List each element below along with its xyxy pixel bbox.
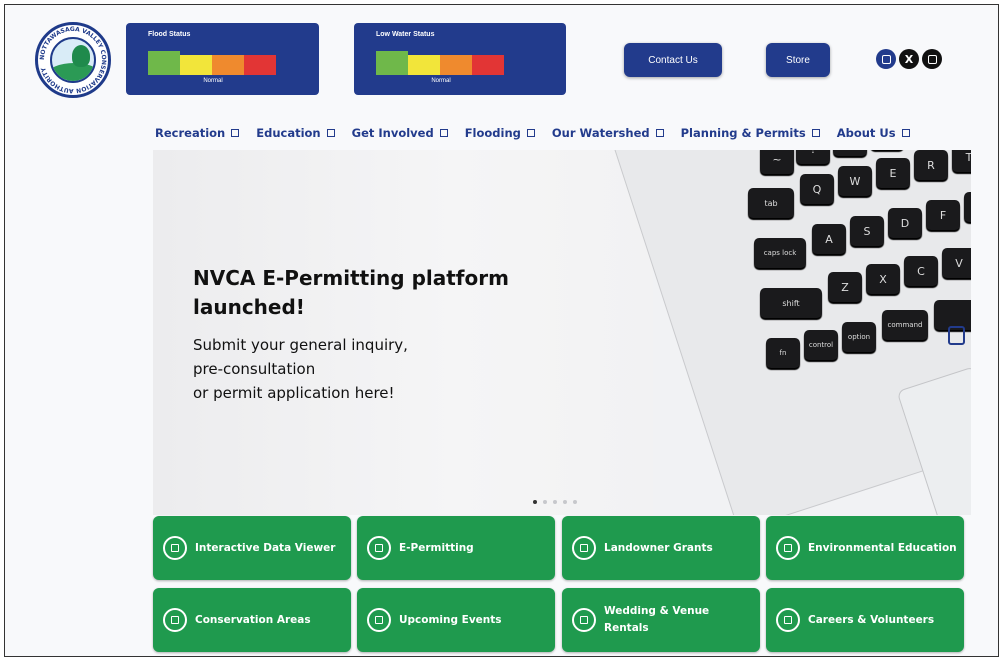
key-fn: fn: [766, 338, 800, 368]
status-red-segment: [244, 55, 276, 75]
hero-title: NVCA E-Permitting platform launched!: [193, 266, 509, 319]
carousel-pagination: [533, 500, 577, 504]
key-tilde: ~: [760, 150, 794, 174]
tile-conservation-areas[interactable]: Conservation Areas: [153, 588, 351, 652]
hero-carousel[interactable]: ! 2 3 4 ~ tab Q W E R T caps lock A S D …: [153, 150, 971, 515]
key-c: C: [904, 256, 938, 286]
facebook-icon[interactable]: [876, 49, 896, 69]
tile-careers-volunteers[interactable]: Careers & Volunteers: [766, 588, 964, 652]
chevron-down-icon: [439, 129, 448, 137]
nav-get-involved[interactable]: Get Involved: [352, 124, 448, 142]
key-z: Z: [828, 272, 862, 302]
status-orange-segment: [212, 55, 244, 75]
tile-icon: [367, 536, 391, 560]
tile-icon: [572, 608, 596, 632]
x-twitter-icon[interactable]: X: [899, 49, 919, 69]
nav-education[interactable]: Education: [256, 124, 335, 142]
key-command: command: [882, 310, 928, 340]
keyboard-image: ! 2 3 4 ~ tab Q W E R T caps lock A S D …: [688, 150, 971, 400]
hero-subtitle[interactable]: Submit your general inquiry, pre-consult…: [193, 333, 523, 405]
status-green-segment: [148, 51, 180, 75]
chevron-down-icon: [655, 129, 664, 137]
chevron-down-icon: [901, 129, 910, 137]
key-s: S: [850, 216, 884, 246]
nav-planning-permits[interactable]: Planning & Permits: [681, 124, 820, 142]
tile-environmental-education[interactable]: Environmental Education: [766, 516, 964, 580]
carousel-dot[interactable]: [543, 500, 547, 504]
key-x: X: [866, 264, 900, 294]
tile-e-permitting[interactable]: E-Permitting: [357, 516, 555, 580]
flood-status-title: Flood Status: [148, 31, 191, 38]
tile-icon: [163, 536, 187, 560]
chevron-down-icon: [526, 129, 535, 137]
tile-upcoming-events[interactable]: Upcoming Events: [357, 588, 555, 652]
tile-icon: [367, 608, 391, 632]
key-a: A: [812, 224, 846, 254]
status-orange-segment: [440, 55, 472, 75]
low-water-status-bar: [376, 51, 506, 75]
key-caps-lock: caps lock: [754, 238, 806, 268]
status-yellow-segment: [180, 55, 212, 75]
key-r: R: [914, 150, 948, 180]
carousel-dot[interactable]: [563, 500, 567, 504]
key-d: D: [888, 208, 922, 238]
key-q: Q: [800, 174, 834, 204]
tile-landowner-grants[interactable]: Landowner Grants: [562, 516, 760, 580]
store-button[interactable]: Store: [766, 43, 830, 77]
nav-our-watershed[interactable]: Our Watershed: [552, 124, 664, 142]
flood-status-level: Normal: [203, 78, 223, 84]
tile-wedding-venue-rentals[interactable]: Wedding & Venue Rentals: [562, 588, 760, 652]
chevron-down-icon: [326, 129, 335, 137]
status-green-segment: [376, 51, 408, 75]
tile-icon: [163, 608, 187, 632]
carousel-dot[interactable]: [533, 500, 537, 504]
key-exclamation: !: [796, 150, 830, 164]
tile-icon: [572, 536, 596, 560]
low-water-status-level: Normal: [431, 78, 451, 84]
tile-icon: [776, 608, 800, 632]
status-red-segment: [472, 55, 504, 75]
key-option: option: [842, 322, 876, 352]
flood-status-bar: [148, 51, 278, 75]
nav-about-us[interactable]: About Us: [837, 124, 910, 142]
page-frame: NOTTAWASAGA VALLEY CONSERVATION AUTHORIT…: [4, 4, 999, 657]
tile-icon: [776, 536, 800, 560]
hero-subtitle-line: pre-consultation: [193, 360, 316, 378]
contact-us-button[interactable]: Contact Us: [624, 43, 722, 77]
status-yellow-segment: [408, 55, 440, 75]
key-e: E: [876, 158, 910, 188]
key-v: V: [942, 248, 971, 278]
hero-subtitle-line: or permit application here!: [193, 384, 395, 402]
nvca-logo[interactable]: NOTTAWASAGA VALLEY CONSERVATION AUTHORIT…: [35, 22, 111, 98]
logo-emblem: [50, 37, 96, 83]
instagram-icon[interactable]: [922, 49, 942, 69]
key-2: 2: [833, 150, 867, 156]
key-g: G: [964, 192, 971, 222]
key-tab: tab: [748, 188, 794, 218]
flood-status-widget[interactable]: Flood Status Normal: [126, 23, 319, 95]
hero-subtitle-line: Submit your general inquiry,: [193, 336, 408, 354]
low-water-status-widget[interactable]: Low Water Status Normal: [354, 23, 566, 95]
carousel-dot[interactable]: [553, 500, 557, 504]
chevron-down-icon: [811, 129, 820, 137]
carousel-dot[interactable]: [573, 500, 577, 504]
key-w: W: [838, 166, 872, 196]
key-t: T: [952, 150, 971, 172]
low-water-status-title: Low Water Status: [376, 31, 435, 38]
nav-flooding[interactable]: Flooding: [465, 124, 535, 142]
key-f: F: [926, 200, 960, 230]
main-nav: Recreation Education Get Involved Floodi…: [155, 124, 910, 142]
key-control: control: [804, 330, 838, 360]
chevron-down-icon: [231, 129, 240, 137]
pause-icon[interactable]: [948, 326, 965, 345]
nav-recreation[interactable]: Recreation: [155, 124, 240, 142]
tile-interactive-data-viewer[interactable]: Interactive Data Viewer: [153, 516, 351, 580]
key-shift: shift: [760, 288, 822, 318]
